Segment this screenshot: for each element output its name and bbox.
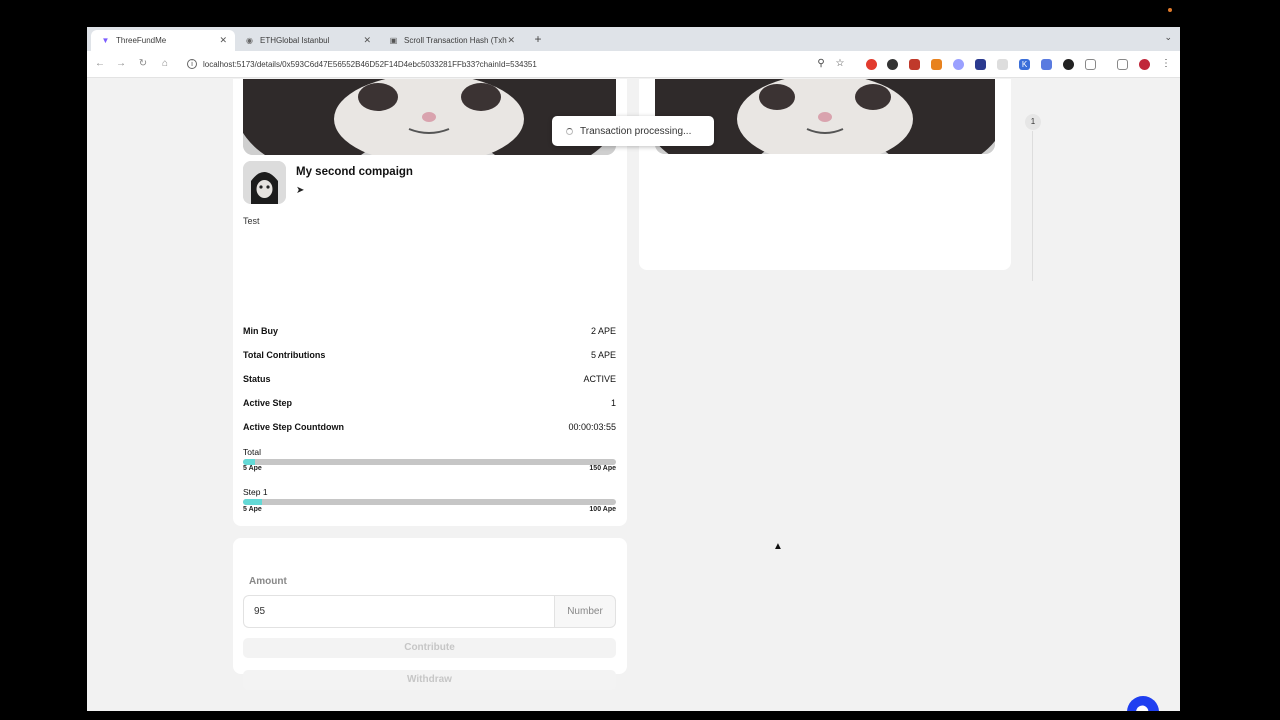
side-panel-icon[interactable] (1117, 59, 1128, 70)
back-icon[interactable]: ← (94, 58, 106, 70)
mouse-cursor-icon: ▲ (773, 541, 783, 552)
amount-label: Amount (249, 576, 287, 587)
chevron-down-icon[interactable]: ⌄ (1164, 32, 1172, 43)
browser-window: ▼ ThreeFundMe ✕ ◉ ETHGlobal Istanbul ✕ ▣… (87, 27, 1180, 711)
stat-label: Total Contributions (243, 350, 326, 360)
address-bar[interactable]: i localhost:5173/details/0x593C6d47E5655… (183, 55, 843, 74)
stat-value: 1 (610, 398, 616, 408)
keplr-icon[interactable]: K (1019, 59, 1030, 70)
stat-label: Active Step (243, 398, 293, 408)
zoom-icon[interactable]: ⚲ (815, 58, 827, 70)
vite-logo-icon: ▼ (101, 36, 110, 45)
progress-max: 150 Ape (589, 465, 616, 472)
progress-bar-step (243, 499, 616, 505)
close-icon[interactable]: ✕ (219, 35, 227, 46)
stat-row-status: Status ACTIVE (243, 374, 616, 388)
new-tab-button[interactable]: + (531, 32, 545, 46)
extension-icon[interactable] (1041, 59, 1052, 70)
progress-min: 5 Ape (243, 465, 262, 472)
progress-max: 100 Ape (589, 506, 616, 513)
campaign-title: My second compaign (296, 166, 413, 178)
progress-label-step: Step 1 (243, 487, 268, 497)
bookmark-star-icon[interactable]: ☆ (834, 58, 846, 70)
progress-label-total: Total (243, 447, 261, 457)
stat-label: Min Buy (243, 326, 278, 336)
campaign-avatar (243, 161, 286, 204)
status-badge: ACTIVE (583, 374, 616, 384)
contribute-button[interactable]: Contribute (243, 638, 616, 658)
tab-ethglobal[interactable]: ◉ ETHGlobal Istanbul ✕ (235, 30, 379, 51)
tab-title: Scroll Transaction Hash (Txh (404, 36, 507, 45)
globe-icon: ◉ (246, 36, 253, 45)
extension-icon[interactable] (909, 59, 920, 70)
transaction-toast: Transaction processing... (552, 116, 714, 146)
site-info-icon[interactable]: i (187, 59, 197, 69)
tab-title: ETHGlobal Istanbul (260, 36, 330, 45)
opera-extension-icon[interactable] (866, 59, 877, 70)
step-indicator[interactable]: 1 (1025, 114, 1041, 130)
scroll-explorer-icon: ▣ (389, 36, 398, 45)
reload-icon[interactable]: ↻ (137, 58, 149, 70)
stat-value: 2 APE (590, 326, 616, 336)
campaign-description: Test (243, 216, 260, 226)
close-icon[interactable]: ✕ (363, 35, 371, 46)
extension-icon[interactable] (1063, 59, 1074, 70)
chat-button[interactable] (1127, 696, 1159, 711)
forward-icon[interactable]: → (115, 58, 127, 70)
tab-strip: ▼ ThreeFundMe ✕ ◉ ETHGlobal Istanbul ✕ ▣… (87, 27, 1180, 51)
extensions-puzzle-icon[interactable] (1085, 59, 1096, 70)
progress-min: 5 Ape (243, 506, 262, 513)
metamask-icon[interactable] (931, 59, 942, 70)
stat-value: 5 APE (590, 350, 616, 360)
telegram-icon[interactable]: ➤ (296, 185, 304, 196)
extension-icon[interactable] (887, 59, 898, 70)
browser-toolbar: ← → ↻ ⌂ i localhost:5173/details/0x593C6… (87, 51, 1180, 78)
extension-icon[interactable] (997, 59, 1008, 70)
stat-label: Active Step Countdown (243, 422, 344, 432)
spinner-icon (566, 127, 573, 135)
stat-label: Status (243, 374, 271, 384)
tab-title: ThreeFundMe (116, 36, 167, 45)
url-text: localhost:5173/details/0x593C6d47E56552B… (203, 60, 537, 69)
home-icon[interactable]: ⌂ (159, 58, 171, 70)
profile-avatar[interactable] (1139, 59, 1150, 70)
recording-indicator (1168, 8, 1172, 12)
stat-row-total-contributions: Total Contributions 5 APE (243, 350, 616, 364)
progress-fill (243, 499, 262, 505)
tab-scroll-explorer[interactable]: ▣ Scroll Transaction Hash (Txh ✕ (379, 30, 523, 51)
step-timeline-line (1032, 131, 1033, 281)
amount-unit-addon: Number (554, 595, 616, 628)
stat-row-active-step: Active Step 1 (243, 398, 616, 412)
close-icon[interactable]: ✕ (507, 35, 515, 46)
progress-bar-total (243, 459, 616, 465)
stat-row-min-buy: Min Buy 2 APE (243, 326, 616, 340)
stat-row-countdown: Active Step Countdown 00:00:03:55 (243, 422, 616, 436)
wallet-extension-icon[interactable] (975, 59, 986, 70)
toast-text: Transaction processing... (580, 125, 692, 137)
page-content: My second compaign ➤ Test Min Buy 2 APE … (87, 79, 1180, 711)
tab-threefundme[interactable]: ▼ ThreeFundMe ✕ (91, 30, 235, 51)
amount-input[interactable]: 95 (243, 595, 554, 628)
countdown-timer: 00:00:03:55 (568, 422, 616, 432)
withdraw-button[interactable]: Withdraw (243, 670, 616, 690)
extension-icon[interactable] (953, 59, 964, 70)
chat-bubble-icon (1136, 705, 1149, 711)
menu-kebab-icon[interactable]: ⋮ (1160, 58, 1172, 70)
